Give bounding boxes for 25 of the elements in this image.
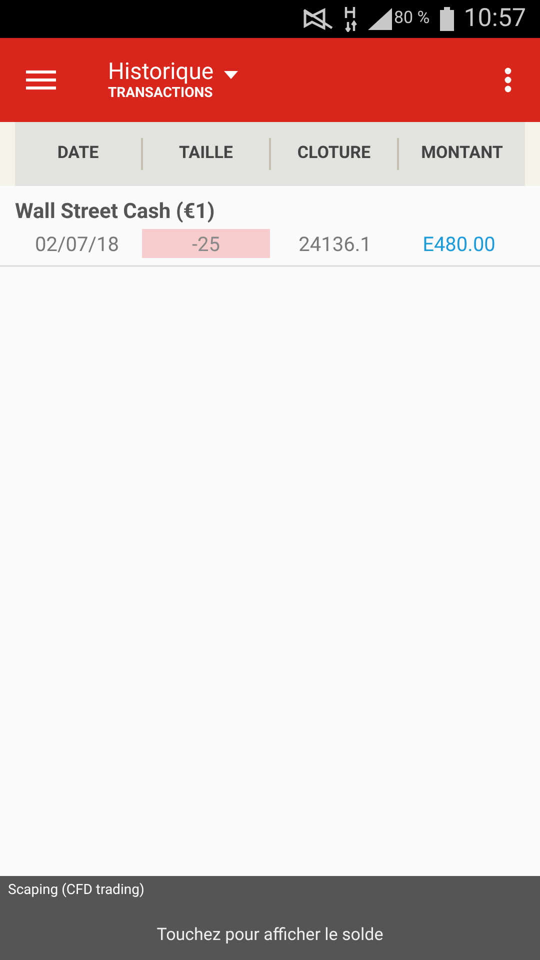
- table-cell: -25: [142, 229, 270, 258]
- transaction-row[interactable]: Wall Street Cash (€1) 02/07/18 -25 24136.1 E480.00: [0, 186, 540, 267]
- dropdown-caret-icon: [224, 71, 238, 79]
- data-transfer-icon: [344, 6, 358, 32]
- footer-bar[interactable]: Scaping (CFD trading) Touchez pour afficher le solde: [0, 876, 540, 960]
- screen-subtitle: TRANSACTIONS: [108, 86, 214, 100]
- column-header[interactable]: CLOTURE: [297, 141, 371, 167]
- clock: 10:57: [464, 3, 526, 36]
- battery-icon: [440, 7, 454, 31]
- signal-icon: [368, 8, 392, 30]
- screen-title: Historique: [108, 60, 214, 83]
- mute-icon: [302, 8, 334, 30]
- column-header[interactable]: MONTANT: [421, 141, 503, 167]
- battery-percent: 80 %: [394, 7, 430, 30]
- view-selector[interactable]: Historique TRANSACTIONS: [108, 60, 238, 100]
- column-header[interactable]: TAILLE: [179, 141, 233, 167]
- instrument-name: Wall Street Cash (€1): [15, 202, 215, 223]
- overflow-menu-icon[interactable]: [504, 67, 512, 93]
- menu-icon[interactable]: [26, 68, 58, 92]
- account-name: Scaping (CFD trading): [8, 881, 144, 900]
- table-cell-text: 02/07/18: [35, 230, 119, 258]
- column-header[interactable]: DATE: [57, 141, 99, 167]
- balance-hint: Touchez pour afficher le solde: [156, 924, 384, 947]
- table-cell-text: 24136.1: [298, 230, 372, 258]
- table-cell-text: E480.00: [422, 230, 496, 258]
